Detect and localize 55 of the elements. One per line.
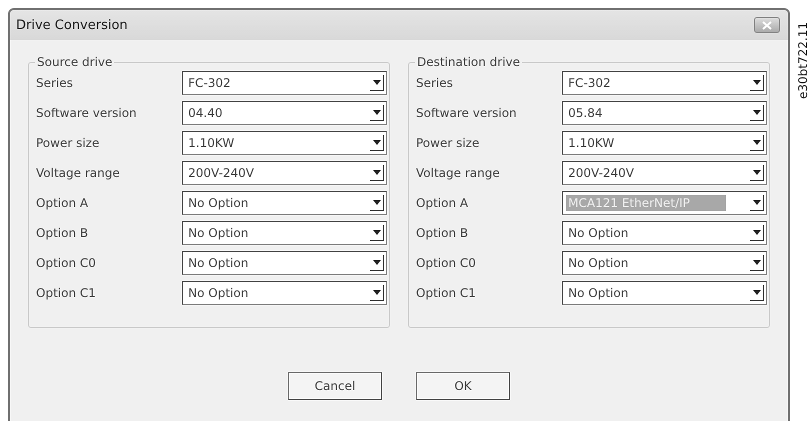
dropdown[interactable]: 04.40 (182, 101, 387, 125)
figure-id: e30bt722.11 (796, 22, 810, 99)
caret-icon (372, 140, 380, 145)
field-label: Voltage range (36, 166, 121, 180)
caret-icon (752, 260, 760, 265)
dropdown[interactable]: No Option (562, 281, 767, 305)
caret-icon (752, 80, 760, 85)
field-label: Power size (36, 136, 100, 150)
caret-icon (752, 200, 760, 205)
field-label: Option B (416, 226, 470, 240)
dropdown[interactable]: No Option (182, 191, 387, 215)
dropdown[interactable]: FC-302 (182, 71, 387, 95)
field-label: Power size (416, 136, 480, 150)
dropdown[interactable]: No Option (182, 221, 387, 245)
field-label: Software version (36, 106, 138, 120)
field-label: Option C0 (36, 256, 97, 270)
dialog-button[interactable]: OK (416, 372, 510, 400)
dropdown[interactable]: 1.10KW (182, 131, 387, 155)
caret-icon (372, 200, 380, 205)
field-label: Series (416, 76, 454, 90)
dropdown[interactable]: No Option (182, 251, 387, 275)
field-label: Voltage range (416, 166, 501, 180)
dropdown[interactable]: No Option (182, 281, 387, 305)
dropdown[interactable]: 1.10KW (562, 131, 767, 155)
dropdown[interactable]: No Option (562, 251, 767, 275)
close-button[interactable] (754, 17, 780, 33)
caret-icon (752, 110, 760, 115)
field-label: Option A (36, 196, 90, 210)
caret-icon (752, 140, 760, 145)
caret-icon (372, 110, 380, 115)
dialog-button[interactable]: Cancel (288, 372, 382, 400)
window-title: Drive Conversion (16, 18, 128, 32)
field-label: Series (36, 76, 74, 90)
field-label: Option A (416, 196, 470, 210)
field-label: Option C1 (416, 286, 477, 300)
dropdown[interactable]: 200V-240V (182, 161, 387, 185)
caret-icon (372, 170, 380, 175)
group-title: Destination drive (415, 55, 522, 69)
caret-icon (752, 290, 760, 295)
caret-icon (372, 230, 380, 235)
close-icon (762, 20, 772, 30)
caret-icon (752, 230, 760, 235)
caret-icon (372, 260, 380, 265)
dropdown[interactable]: 05.84 (562, 101, 767, 125)
field-label: Option C1 (36, 286, 97, 300)
dropdown[interactable]: FC-302 (562, 71, 767, 95)
caret-icon (372, 80, 380, 85)
field-label: Option B (36, 226, 90, 240)
dropdown[interactable]: 200V-240V (562, 161, 767, 185)
caret-icon (752, 170, 760, 175)
field-label: Option C0 (416, 256, 477, 270)
caret-icon (372, 290, 380, 295)
dropdown[interactable]: No Option (562, 221, 767, 245)
field-label: Software version (416, 106, 518, 120)
group-title: Source drive (35, 55, 114, 69)
